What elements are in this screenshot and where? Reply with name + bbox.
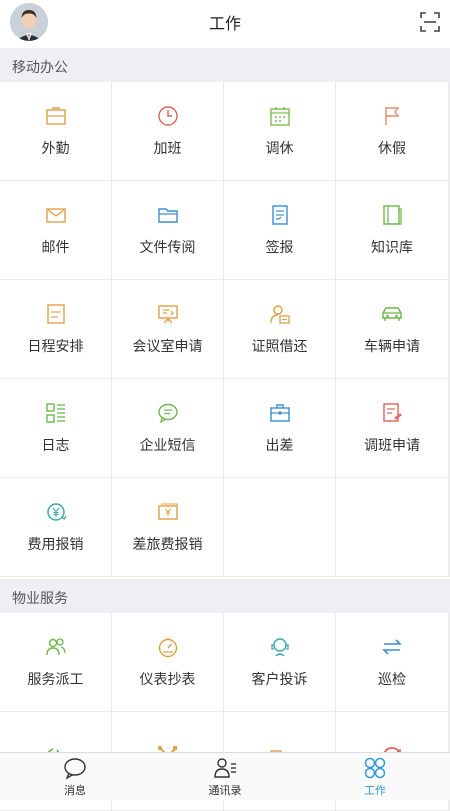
grid-item[interactable]: 差旅费报销 xyxy=(112,478,223,576)
calendar-icon xyxy=(269,107,290,126)
grid-item[interactable]: 签报 xyxy=(224,181,335,279)
tab-contacts[interactable]: 通讯录 xyxy=(150,753,300,800)
swap-icon xyxy=(382,639,402,655)
yen-icon xyxy=(46,503,66,521)
mail-icon xyxy=(45,208,66,223)
grid-item-label: 知识库 xyxy=(371,240,413,256)
user-avatar-icon xyxy=(10,3,48,41)
document-icon xyxy=(271,205,288,225)
car-icon xyxy=(382,307,402,321)
grid-item-label: 差旅费报销 xyxy=(132,537,203,553)
grid-item-label: 日志 xyxy=(41,438,70,454)
grid-item-label: 仪表抄表 xyxy=(139,672,196,688)
flag-icon xyxy=(385,107,400,125)
chat-icon xyxy=(64,757,86,780)
schedule-icon xyxy=(46,304,65,324)
tab-work[interactable]: 工作 xyxy=(300,753,450,800)
apps-icon xyxy=(364,757,386,778)
grid-item[interactable]: 日程安排 xyxy=(0,280,111,378)
grid-item[interactable]: 车辆申请 xyxy=(336,280,448,378)
page-title: 工作 xyxy=(208,14,241,33)
shift-icon xyxy=(383,403,402,422)
grid-item[interactable]: 文件传阅 xyxy=(112,181,223,279)
yen-bill-icon xyxy=(157,503,178,520)
bottom-tab-bar: 消息 通讯录 工作 xyxy=(0,752,450,800)
grid-item-label: 外勤 xyxy=(41,141,70,157)
users-icon xyxy=(45,638,66,656)
section-header-property-service: 物业服务 xyxy=(0,579,450,617)
list-icon xyxy=(45,403,65,423)
grid-item-label: 休假 xyxy=(378,141,406,157)
empty-cell xyxy=(224,478,335,576)
grid-item-label: 服务派工 xyxy=(27,672,84,688)
mobile-office-grid: 外勤 加班 调休 休假邮件 文件传阅 签报 知识库日程安排 会议室申请 证照借还 车辆申请日志 企业… xyxy=(0,82,450,577)
message-icon xyxy=(157,403,178,424)
grid-item-label: 文件传阅 xyxy=(139,240,196,256)
folder-icon xyxy=(157,208,178,223)
grid-item-label: 会议室申请 xyxy=(132,339,203,355)
tab-label: 消息 xyxy=(64,783,86,797)
complaint-icon xyxy=(270,638,289,657)
grid-item[interactable]: 证照借还 xyxy=(224,280,335,378)
grid-item-label: 出差 xyxy=(265,438,294,454)
avatar[interactable] xyxy=(10,3,48,41)
grid-item-label: 日程安排 xyxy=(27,339,84,355)
grid-item-label: 调休 xyxy=(265,141,294,157)
grid-item-label: 签报 xyxy=(265,240,294,256)
section-header-mobile-office: 移动办公 xyxy=(0,48,450,86)
book-icon xyxy=(383,205,402,225)
grid-item-label: 加班 xyxy=(153,141,182,157)
tab-messages[interactable]: 消息 xyxy=(0,753,150,800)
gauge-icon xyxy=(158,638,177,658)
grid-item-label: 费用报销 xyxy=(27,537,84,553)
grid-item-label: 企业短信 xyxy=(139,438,196,454)
grid-item[interactable]: 出差 xyxy=(224,379,335,477)
grid-item[interactable]: 巡检 xyxy=(336,613,448,711)
suitcase-icon xyxy=(269,404,290,422)
tab-label: 通讯录 xyxy=(208,783,242,797)
grid-item-label: 巡检 xyxy=(378,672,406,688)
grid-item-label: 车辆申请 xyxy=(364,339,420,355)
briefcase-icon xyxy=(45,107,66,125)
grid-item[interactable]: 调休 xyxy=(224,82,335,180)
grid-item[interactable]: 加班 xyxy=(112,82,223,180)
grid-item[interactable]: 知识库 xyxy=(336,181,448,279)
top-bar: 工作 xyxy=(0,0,450,44)
empty-cell xyxy=(336,478,448,576)
tab-label: 工作 xyxy=(364,783,386,797)
grid-item-label: 邮件 xyxy=(41,240,70,256)
grid-item[interactable]: 会议室申请 xyxy=(112,280,223,378)
grid-item[interactable]: 服务派工 xyxy=(0,613,111,711)
presentation-icon xyxy=(157,305,178,324)
scan-icon[interactable] xyxy=(420,12,440,32)
grid-item-label: 客户投诉 xyxy=(251,672,308,688)
clock-icon xyxy=(157,106,178,126)
grid-item[interactable]: 客户投诉 xyxy=(224,613,335,711)
grid-item[interactable]: 休假 xyxy=(336,82,448,180)
grid-item[interactable]: 企业短信 xyxy=(112,379,223,477)
grid-item-label: 证照借还 xyxy=(251,339,308,355)
contacts-icon xyxy=(214,757,236,778)
grid-item[interactable]: 邮件 xyxy=(0,181,111,279)
grid-item[interactable]: 调班申请 xyxy=(336,379,448,477)
grid-item[interactable]: 仪表抄表 xyxy=(112,613,223,711)
grid-item[interactable]: 日志 xyxy=(0,379,111,477)
grid-item[interactable]: 费用报销 xyxy=(0,478,111,576)
id-card-icon xyxy=(269,305,290,324)
grid-item-label: 调班申请 xyxy=(364,438,420,454)
grid-item[interactable]: 外勤 xyxy=(0,82,111,180)
